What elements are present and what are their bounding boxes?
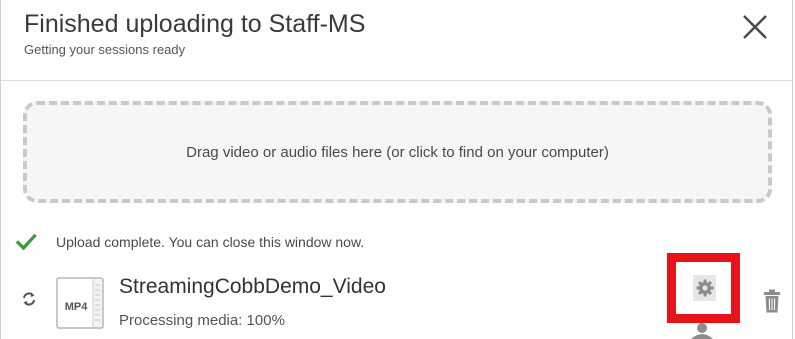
close-icon bbox=[743, 15, 767, 39]
close-button[interactable] bbox=[738, 10, 772, 44]
file-extension: MP4 bbox=[64, 301, 88, 313]
file-dropzone[interactable]: Drag video or audio files here (or click… bbox=[23, 101, 772, 203]
dialog-header: Finished uploading to Staff-MS Getting y… bbox=[1, 0, 792, 81]
upload-status: Upload complete. You can close this wind… bbox=[15, 229, 364, 255]
refresh-icon bbox=[23, 292, 35, 306]
check-icon bbox=[15, 233, 37, 251]
status-message: Upload complete. You can close this wind… bbox=[56, 234, 365, 250]
settings-highlight-box bbox=[667, 253, 740, 323]
gear-icon bbox=[696, 279, 713, 297]
user-icon[interactable] bbox=[689, 323, 719, 339]
upload-dialog: Finished uploading to Staff-MS Getting y… bbox=[0, 0, 793, 339]
file-icon: MP4 bbox=[56, 277, 104, 329]
processing-status: Processing media: 100% bbox=[119, 312, 285, 329]
dropzone-label: Drag video or audio files here (or click… bbox=[186, 143, 609, 161]
settings-button[interactable] bbox=[693, 275, 716, 301]
dialog-subtitle: Getting your sessions ready bbox=[24, 42, 186, 57]
trash-icon[interactable] bbox=[763, 289, 781, 313]
dialog-title: Finished uploading to Staff-MS bbox=[24, 10, 366, 38]
file-name: StreamingCobbDemo_Video bbox=[119, 275, 386, 298]
